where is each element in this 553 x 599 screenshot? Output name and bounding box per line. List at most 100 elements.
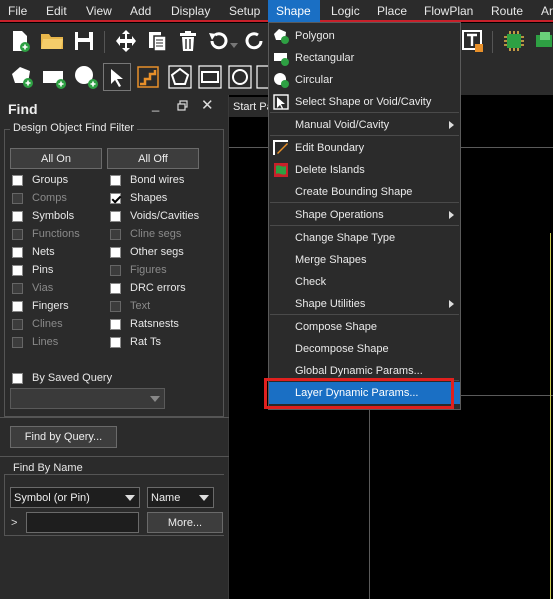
object-type-select[interactable]: Symbol (or Pin): [10, 487, 140, 508]
filter-checkbox-groups[interactable]: Groups: [12, 172, 68, 188]
menu-add[interactable]: Add: [122, 0, 159, 22]
all-on-button[interactable]: All On: [10, 148, 102, 169]
checkbox-box[interactable]: [110, 246, 121, 258]
checkbox-box[interactable]: [110, 282, 121, 294]
menu-file[interactable]: File: [0, 0, 35, 22]
add-rectangle-icon[interactable]: [40, 63, 68, 91]
float-icon[interactable]: [177, 99, 188, 114]
checkbox-box[interactable]: [110, 210, 121, 222]
menu-logic[interactable]: Logic: [323, 0, 368, 22]
menu-item-select-shape-or-void-cavity[interactable]: Select Shape or Void/Cavity: [269, 91, 460, 113]
filter-checkbox-fingers[interactable]: Fingers: [12, 298, 69, 314]
checkbox-box: [110, 300, 121, 312]
menu-item-global-dynamic-params[interactable]: Global Dynamic Params...: [269, 360, 460, 382]
checkbox-box[interactable]: [12, 210, 23, 222]
panel-title: Find: [8, 101, 38, 117]
add-polygon-icon[interactable]: [8, 63, 36, 91]
name-input[interactable]: [26, 512, 139, 533]
layers-icon[interactable]: [530, 27, 553, 55]
checkbox-box[interactable]: [110, 318, 121, 330]
menu-item-layer-dynamic-params[interactable]: Layer Dynamic Params...: [269, 382, 460, 404]
field-select[interactable]: Name: [147, 487, 214, 508]
close-icon[interactable]: ✕: [201, 96, 214, 114]
select-icon[interactable]: [103, 63, 131, 91]
menu-item-create-bounding-shape[interactable]: Create Bounding Shape: [269, 181, 460, 203]
filter-checkbox-nets[interactable]: Nets: [12, 244, 55, 260]
menu-place[interactable]: Place: [369, 0, 415, 22]
menu-item-polygon[interactable]: Polygon: [269, 25, 460, 47]
menu-item-label: Polygon: [295, 30, 335, 42]
delete-icon[interactable]: [174, 27, 202, 55]
menu-setup[interactable]: Setup: [221, 0, 268, 22]
circle-outline-icon[interactable]: [226, 63, 254, 91]
menu-item-shape-utilities[interactable]: Shape Utilities: [269, 293, 460, 315]
filter-checkbox-pins[interactable]: Pins: [12, 262, 53, 278]
checkbox-box[interactable]: [110, 336, 121, 348]
find-by-query-button[interactable]: Find by Query...: [10, 426, 117, 448]
name-prompt: >: [11, 517, 18, 529]
add-circle-icon[interactable]: [72, 63, 100, 91]
redo-icon[interactable]: [243, 27, 267, 55]
checkbox-label: Voids/Cavities: [130, 210, 200, 222]
checkbox-box: [12, 228, 23, 240]
checkbox-box[interactable]: [110, 192, 121, 204]
menu-item-change-shape-type[interactable]: Change Shape Type: [269, 227, 460, 249]
menu-item-manual-void-cavity[interactable]: Manual Void/Cavity: [269, 114, 460, 136]
filter-checkbox-shapes[interactable]: Shapes: [110, 190, 167, 206]
menu-item-shape-operations[interactable]: Shape Operations: [269, 204, 460, 226]
menu-item-rectangular[interactable]: Rectangular: [269, 47, 460, 69]
filter-checkbox-symbols[interactable]: Symbols: [12, 208, 74, 224]
undo-dropdown-icon[interactable]: [228, 31, 240, 59]
filter-checkbox-voids-cavities[interactable]: Voids/Cavities: [110, 208, 199, 224]
menu-item-circular[interactable]: Circular: [269, 69, 460, 91]
checkbox-box[interactable]: [110, 174, 121, 186]
filter-checkbox-other-segs[interactable]: Other segs: [110, 244, 184, 260]
filter-checkbox-rat-ts[interactable]: Rat Ts: [110, 334, 161, 350]
rect-outline-icon[interactable]: [196, 63, 224, 91]
checkbox-box[interactable]: [12, 300, 23, 312]
filter-checkbox-comps: Comps: [12, 190, 67, 206]
move-icon[interactable]: [112, 27, 140, 55]
menu-route[interactable]: Route: [483, 0, 531, 22]
minimize-icon[interactable]: _: [152, 97, 159, 112]
object-type-value: Symbol (or Pin): [14, 491, 90, 504]
more-button[interactable]: More...: [147, 512, 223, 533]
component-icon[interactable]: [500, 27, 528, 55]
pentagon-icon[interactable]: [166, 63, 194, 91]
filter-checkbox-ratsnests[interactable]: Ratsnests: [110, 316, 179, 332]
filter-checkbox-bond-wires[interactable]: Bond wires: [110, 172, 184, 188]
copy-icon[interactable]: [143, 27, 171, 55]
tab-start-page[interactable]: Start Pa: [229, 97, 271, 117]
all-off-button[interactable]: All Off: [107, 148, 199, 169]
menu-flowplan[interactable]: FlowPlan: [416, 0, 481, 22]
filter-checkbox-text: Text: [110, 298, 150, 314]
menu-shape[interactable]: Shape: [268, 0, 320, 22]
checkbox-box[interactable]: [12, 264, 23, 276]
menu-item-check[interactable]: Check: [269, 271, 460, 293]
field-value: Name: [151, 491, 181, 504]
menu-display[interactable]: Display: [163, 0, 218, 22]
checkbox-box[interactable]: [12, 246, 23, 258]
open-folder-icon[interactable]: [38, 27, 66, 55]
menu-ar[interactable]: Ar: [533, 0, 553, 22]
shape-tool-icon[interactable]: [256, 63, 268, 91]
menu-item-decompose-shape[interactable]: Decompose Shape: [269, 338, 460, 360]
text-icon[interactable]: [459, 27, 487, 55]
filter-checkbox-drc-errors[interactable]: DRC errors: [110, 280, 186, 296]
stairs-icon[interactable]: [134, 63, 162, 91]
menu-item-delete-islands[interactable]: Delete Islands: [269, 159, 460, 181]
save-icon[interactable]: [70, 27, 98, 55]
new-file-icon[interactable]: [6, 27, 34, 55]
menu-item-compose-shape[interactable]: Compose Shape: [269, 316, 460, 338]
menu-item-label: Merge Shapes: [295, 254, 367, 266]
menu-item-merge-shapes[interactable]: Merge Shapes: [269, 249, 460, 271]
checkbox-label: Text: [130, 300, 151, 312]
menu-view[interactable]: View: [78, 0, 120, 22]
menu-edit[interactable]: Edit: [38, 0, 75, 22]
checkbox-box[interactable]: [12, 174, 23, 186]
menu-item-label: Check: [295, 276, 327, 288]
menu-item-edit-boundary[interactable]: Edit Boundary: [269, 137, 460, 159]
saved-query-checkbox[interactable]: By Saved Query: [12, 370, 112, 386]
checkbox-box[interactable]: [12, 372, 23, 384]
canvas-line: [550, 233, 551, 599]
